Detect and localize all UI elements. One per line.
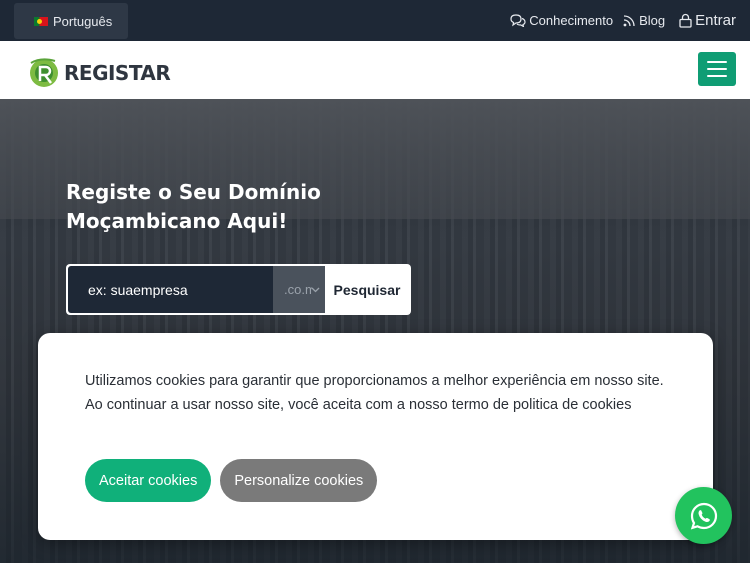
main-header: REGISTAR: [0, 41, 750, 99]
logo[interactable]: REGISTAR: [27, 55, 171, 91]
knowledge-label: Conhecimento: [529, 13, 614, 28]
whatsapp-chat-button[interactable]: [675, 487, 732, 544]
login-label: Entrar: [695, 12, 736, 29]
language-selector[interactable]: Português: [14, 3, 128, 39]
hamburger-line: [707, 75, 727, 77]
domain-search-input[interactable]: ex: suaempresa: [68, 266, 273, 313]
hamburger-menu-icon: [707, 61, 727, 63]
hamburger-menu-button[interactable]: [698, 52, 736, 86]
rss-icon: [623, 15, 635, 27]
login-link[interactable]: Entrar: [679, 12, 736, 29]
accept-cookies-button[interactable]: Aceitar cookies: [85, 459, 212, 502]
domain-search-form: ex: suaempresa .co.mz Pesquisar: [66, 264, 411, 315]
customize-cookies-button[interactable]: Personalize cookies: [220, 459, 378, 502]
cookie-consent-banner: Utilizamos cookies para garantir que pro…: [38, 333, 713, 540]
hamburger-line: [707, 68, 727, 70]
chevron-down-icon: [311, 287, 320, 292]
logo-text: REGISTAR: [64, 61, 171, 85]
hero-title: Registe o Seu Domínio Moçambicano Aqui!: [66, 180, 321, 233]
cookie-message-line2: Ao continuar a usar nosso site, você ace…: [85, 396, 632, 413]
domain-extension-select[interactable]: .co.mz: [273, 266, 325, 313]
search-button[interactable]: Pesquisar: [325, 266, 409, 313]
cookie-message-line1: Utilizamos cookies para garantir que pro…: [85, 373, 664, 389]
knowledge-link[interactable]: Conhecimento: [510, 13, 613, 28]
registar-logo-icon: [30, 58, 58, 87]
blog-label: Blog: [639, 13, 666, 28]
blog-link[interactable]: Blog: [623, 13, 665, 28]
chat-bubbles-icon: [510, 14, 526, 27]
lock-icon: [679, 13, 692, 28]
top-bar: Português Conhecimento Blog Entrar: [0, 0, 750, 41]
language-label: Português: [53, 13, 113, 29]
top-links: Conhecimento Blog Entrar: [500, 0, 736, 41]
whatsapp-icon: [690, 502, 717, 529]
flag-portugal-icon: [34, 16, 48, 26]
extension-label: .co.mz: [284, 282, 312, 297]
cookie-message: Utilizamos cookies para garantir que pro…: [85, 370, 675, 417]
cookie-actions: Aceitar cookies Personalize cookies: [85, 459, 378, 502]
